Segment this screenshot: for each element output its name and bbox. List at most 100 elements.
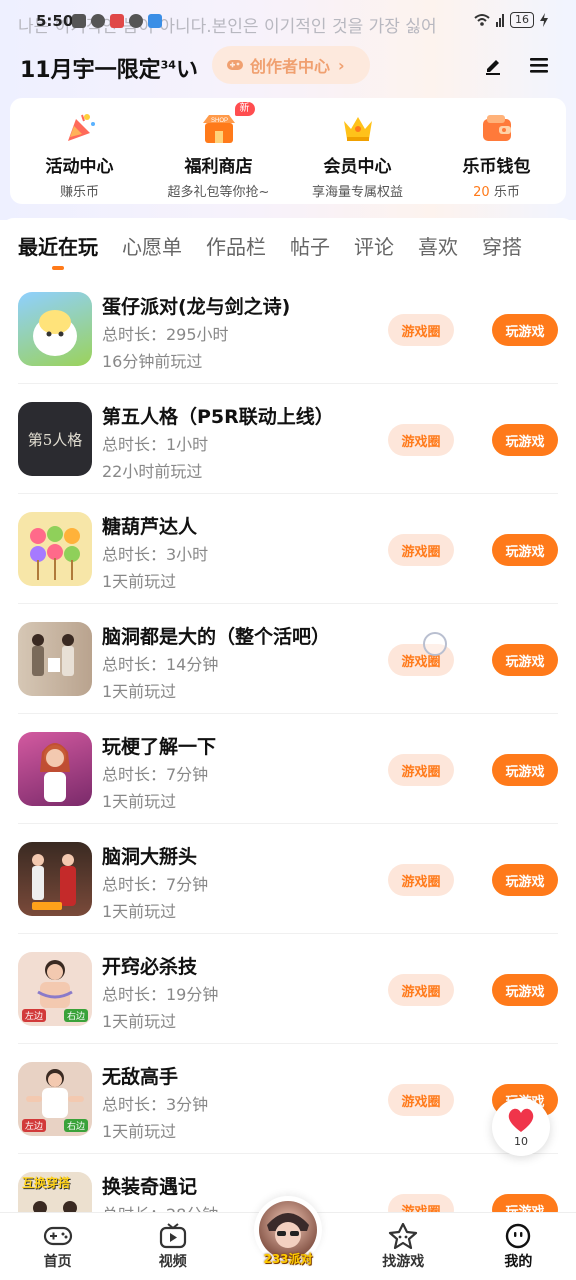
- icon-tag-right: 右边: [63, 1009, 88, 1022]
- tab-works[interactable]: 作品栏: [206, 231, 266, 260]
- wallet-label: 乐币钱包: [462, 157, 531, 177]
- status-bar: 나는 이기적인 놈이 아니다.본인은 이기적인 것을 가장 싫어 5:50 16: [0, 0, 576, 42]
- new-badge: 新: [234, 102, 255, 116]
- touch-indicator: [423, 632, 447, 656]
- username[interactable]: 11月宇一限定34い: [20, 52, 198, 84]
- like-count: 10: [514, 1134, 528, 1148]
- game-row[interactable]: 左边 右边 开窍必杀技 总时长：19分钟 1天前玩过 游戏圈 玩游戏: [18, 934, 558, 1044]
- game-icon: [18, 732, 92, 806]
- game-row[interactable]: 蛋仔派对(龙与剑之诗) 总时长：295小时 16分钟前玩过 游戏圈 玩游戏: [18, 274, 558, 384]
- member-center-sub: 享海量专属权益: [311, 185, 403, 200]
- username-text: 11月宇一限定: [20, 58, 161, 83]
- game-circle-button[interactable]: 游戏圈: [388, 754, 454, 786]
- crown-icon: [338, 110, 378, 146]
- video-icon: [159, 1223, 186, 1249]
- activity-center-sub: 赚乐币: [59, 185, 99, 200]
- wallet-sub: 20 乐币: [473, 181, 520, 200]
- tab-recent[interactable]: 最近在玩: [18, 231, 98, 270]
- wallet-balance: 20: [473, 185, 490, 200]
- game-name: 糖葫芦达人: [102, 516, 198, 538]
- member-center-item[interactable]: 会员中心 享海量专属权益: [288, 98, 427, 204]
- creator-center-label: 创作者中心: [250, 57, 331, 76]
- recent-games-list: 蛋仔派对(龙与剑之诗) 总时长：295小时 16分钟前玩过 游戏圈 玩游戏 第5…: [0, 274, 576, 1264]
- menu-button[interactable]: [524, 50, 554, 80]
- activity-center-item[interactable]: 活动中心 赚乐币: [10, 98, 149, 204]
- icon-tag-right: 右边: [63, 1119, 88, 1132]
- nav-mine[interactable]: 我的: [461, 1213, 576, 1280]
- nav-find-games[interactable]: 找游戏: [346, 1213, 461, 1280]
- wifi-icon: [474, 14, 490, 26]
- like-fab-button[interactable]: 10: [492, 1098, 550, 1156]
- game-duration: 总时长：7分钟: [102, 875, 209, 894]
- tab-posts[interactable]: 帖子: [290, 231, 330, 260]
- creator-center-button[interactable]: 创作者中心 ›: [212, 46, 370, 84]
- game-name: 换装奇遇记: [102, 1176, 198, 1198]
- game-duration: 总时长：3小时: [102, 545, 209, 564]
- play-game-button[interactable]: 玩游戏: [492, 974, 558, 1006]
- icon-tag-left: 左边: [22, 1009, 47, 1022]
- game-last-played: 1天前玩过: [102, 572, 177, 591]
- nav-party-label: 233派对: [263, 1252, 313, 1266]
- play-game-button[interactable]: 玩游戏: [492, 644, 558, 676]
- game-row[interactable]: 左边 右边 无敌高手 总时长：3分钟 1天前玩过 游戏圈 玩游戏: [18, 1044, 558, 1154]
- notif-icon: [110, 14, 124, 28]
- game-row[interactable]: 第5人格 第五人格（P5R联动上线） 总时长：1小时 22小时前玩过 游戏圈 玩…: [18, 384, 558, 494]
- play-game-button[interactable]: 玩游戏: [492, 534, 558, 566]
- play-game-button[interactable]: 玩游戏: [492, 754, 558, 786]
- tab-comments[interactable]: 评论: [354, 231, 394, 260]
- play-game-button[interactable]: 玩游戏: [492, 424, 558, 456]
- game-circle-button[interactable]: 游戏圈: [388, 424, 454, 456]
- game-name: 开窍必杀技: [102, 956, 198, 978]
- game-icon: [18, 512, 92, 586]
- game-circle-button[interactable]: 游戏圈: [388, 1084, 454, 1116]
- profile-tabs: 最近在玩 心愿单 作品栏 帖子 评论 喜欢 穿搭: [0, 218, 576, 272]
- game-last-played: 1天前玩过: [102, 682, 177, 701]
- game-circle-button[interactable]: 游戏圈: [388, 314, 454, 346]
- username-tail: い: [175, 58, 198, 83]
- notif-icon: [72, 14, 86, 28]
- play-game-button[interactable]: 玩游戏: [492, 314, 558, 346]
- welfare-shop-label: 福利商店: [184, 157, 253, 177]
- status-right: 16: [474, 12, 548, 28]
- game-row[interactable]: 玩梗了解一下 总时长：7分钟 1天前玩过 游戏圈 玩游戏: [18, 714, 558, 824]
- charging-icon: [540, 13, 548, 27]
- username-sup: 34: [160, 58, 176, 72]
- game-circle-button[interactable]: 游戏圈: [388, 534, 454, 566]
- game-last-played: 1天前玩过: [102, 902, 177, 921]
- game-icon-text: 第5人格: [27, 430, 83, 449]
- game-duration: 总时长：1小时: [102, 435, 209, 454]
- icon-tag-left: 左边: [22, 1119, 47, 1132]
- profile-face-icon: [506, 1223, 531, 1249]
- wallet-item[interactable]: 乐币钱包 20 乐币: [427, 98, 566, 204]
- game-circle-button[interactable]: 游戏圈: [388, 864, 454, 896]
- play-game-button[interactable]: 玩游戏: [492, 864, 558, 896]
- notif-icon: [91, 14, 105, 28]
- welfare-shop-item[interactable]: SHOP 新 福利商店 超多礼包等你抢~: [149, 98, 288, 204]
- game-last-played: 1天前玩过: [102, 792, 177, 811]
- nav-home[interactable]: 首页: [0, 1213, 115, 1280]
- nav-video[interactable]: 视频: [115, 1213, 230, 1280]
- game-duration: 总时长：19分钟: [102, 985, 219, 1004]
- tab-outfits[interactable]: 穿搭: [482, 231, 522, 260]
- game-name: 脑洞都是大的（整个活吧）: [102, 626, 331, 648]
- game-row[interactable]: 糖葫芦达人 总时长：3小时 1天前玩过 游戏圈 玩游戏: [18, 494, 558, 604]
- game-row[interactable]: 脑洞大掰头 总时长：7分钟 1天前玩过 游戏圈 玩游戏: [18, 824, 558, 934]
- party-popper-icon: [60, 110, 100, 146]
- game-last-played: 22小时前玩过: [102, 462, 203, 481]
- tab-likes[interactable]: 喜欢: [418, 231, 458, 260]
- status-time: 5:50: [36, 12, 74, 30]
- game-name: 蛋仔派对(龙与剑之诗): [102, 296, 291, 318]
- notif-icon: [148, 14, 162, 28]
- game-icon: [18, 622, 92, 696]
- edit-button[interactable]: [478, 50, 508, 80]
- game-row[interactable]: 脑洞都是大的（整个活吧） 总时长：14分钟 1天前玩过 游戏圈 玩游戏: [18, 604, 558, 714]
- signal-icon: [496, 14, 504, 27]
- game-last-played: 16分钟前玩过: [102, 352, 203, 371]
- tab-wishlist[interactable]: 心愿单: [122, 231, 182, 260]
- game-last-played: 1天前玩过: [102, 1122, 177, 1141]
- wallet-icon: [477, 110, 517, 146]
- game-name: 玩梗了解一下: [102, 736, 217, 758]
- game-duration: 总时长：295小时: [102, 325, 229, 344]
- game-circle-button[interactable]: 游戏圈: [388, 974, 454, 1006]
- shop-icon: SHOP 新: [199, 102, 255, 146]
